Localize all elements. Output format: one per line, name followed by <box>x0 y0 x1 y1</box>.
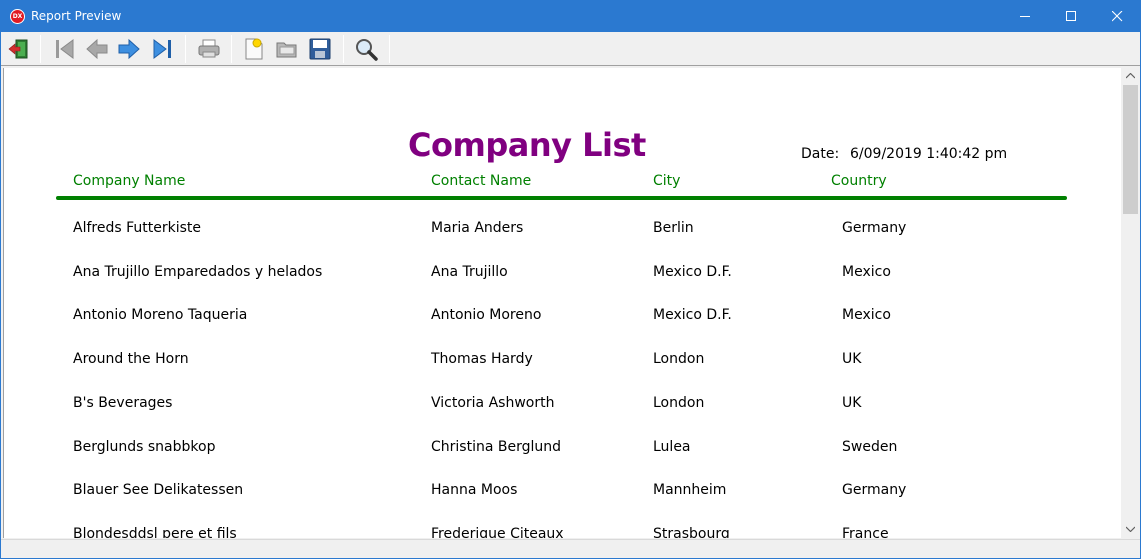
exit-button[interactable] <box>5 35 33 63</box>
company-name-cell: Antonio Moreno Taqueria <box>73 307 248 323</box>
company-name-cell: Around the Horn <box>73 351 189 367</box>
minimize-button[interactable] <box>1002 1 1048 32</box>
save-button[interactable] <box>306 35 334 63</box>
minimize-icon <box>1020 16 1030 17</box>
country-cell: Sweden <box>842 439 898 455</box>
zoom-button[interactable] <box>352 35 380 63</box>
date-label: Date: <box>801 146 840 162</box>
country-cell: Germany <box>842 220 907 236</box>
city-cell: London <box>653 351 705 367</box>
status-bar <box>1 539 1140 558</box>
country-cell: Mexico <box>842 264 891 280</box>
window-title: Report Preview <box>31 9 122 23</box>
city-cell: Lulea <box>653 439 691 455</box>
country-cell: Mexico <box>842 307 891 323</box>
contact-name-cell: Antonio Moreno <box>431 307 542 323</box>
zoom-icon <box>356 39 378 61</box>
scroll-down-button[interactable] <box>1121 521 1140 538</box>
contact-name-cell: Hanna Moos <box>431 482 518 498</box>
close-button[interactable] <box>1094 1 1140 32</box>
city-cell: Strasbourg <box>653 526 730 538</box>
scroll-up-button[interactable] <box>1121 68 1140 85</box>
contact-name-cell: Thomas Hardy <box>431 351 533 367</box>
report-title: Company List <box>408 126 646 164</box>
toolbar-separator <box>40 35 41 63</box>
vertical-scrollbar[interactable] <box>1121 68 1140 538</box>
scroll-thumb[interactable] <box>1123 85 1138 214</box>
open-icon <box>276 42 297 58</box>
column-header-contact-name: Contact Name <box>431 173 532 189</box>
print-icon <box>198 39 220 58</box>
close-icon <box>1112 11 1123 22</box>
date-value: 6/09/2019 1:40:42 pm <box>850 146 1008 162</box>
header-rule <box>56 196 1067 200</box>
company-name-cell: Blauer See Delikatessen <box>73 482 244 498</box>
first-page-icon <box>56 39 74 59</box>
last-page-icon <box>153 39 171 59</box>
toolbar-separator <box>389 35 390 63</box>
city-cell: London <box>653 395 705 411</box>
report-preview-window: DX Report Preview Company List Date: 6/0… <box>0 0 1141 559</box>
contact-name-cell: Ana Trujillo <box>431 264 508 280</box>
exit-icon <box>8 39 28 59</box>
city-cell: Mexico D.F. <box>653 264 732 280</box>
city-cell: Mexico D.F. <box>653 307 732 323</box>
company-name-cell: Ana Trujillo Emparedados y helados <box>73 264 323 280</box>
toolbar <box>1 32 1140 66</box>
title-bar[interactable]: DX Report Preview <box>1 1 1140 32</box>
new-button[interactable] <box>240 35 268 63</box>
city-cell: Mannheim <box>653 482 727 498</box>
contact-name-cell: Victoria Ashworth <box>431 395 555 411</box>
country-cell: UK <box>842 351 862 367</box>
city-cell: Berlin <box>653 220 694 236</box>
country-cell: France <box>842 526 889 538</box>
company-name-cell: Berglunds snabbkop <box>73 439 216 455</box>
new-icon <box>245 38 263 60</box>
app-icon[interactable]: DX <box>10 9 25 24</box>
next-page-icon <box>118 38 140 60</box>
toolbar-separator <box>185 35 186 63</box>
column-header-company-name: Company Name <box>73 173 186 189</box>
country-cell: UK <box>842 395 862 411</box>
print-button[interactable] <box>195 35 223 63</box>
open-button[interactable] <box>273 35 301 63</box>
column-header-country: Country <box>831 173 887 189</box>
country-cell: Germany <box>842 482 907 498</box>
maximize-button[interactable] <box>1048 1 1094 32</box>
company-name-cell: Blondesddsl pere et fils <box>73 526 237 538</box>
toolbar-separator <box>231 35 232 63</box>
company-name-cell: Alfreds Futterkiste <box>73 220 201 236</box>
column-header-city: City <box>653 173 681 189</box>
next-page-button[interactable] <box>115 35 143 63</box>
chevron-up-icon <box>1126 73 1135 79</box>
company-name-cell: B's Beverages <box>73 395 173 411</box>
previous-page-icon <box>86 38 108 60</box>
contact-name-cell: Christina Berglund <box>431 439 562 455</box>
previous-page-button[interactable] <box>83 35 111 63</box>
chevron-down-icon <box>1126 526 1135 532</box>
contact-name-cell: Frederique Citeaux <box>431 526 564 538</box>
maximize-icon <box>1066 11 1076 21</box>
last-page-button[interactable] <box>148 35 176 63</box>
contact-name-cell: Maria Anders <box>431 220 524 236</box>
report-page[interactable]: Company List Date: 6/09/2019 1:40:42 pm … <box>3 68 1121 538</box>
first-page-button[interactable] <box>51 35 79 63</box>
toolbar-separator <box>343 35 344 63</box>
save-icon <box>309 38 331 60</box>
